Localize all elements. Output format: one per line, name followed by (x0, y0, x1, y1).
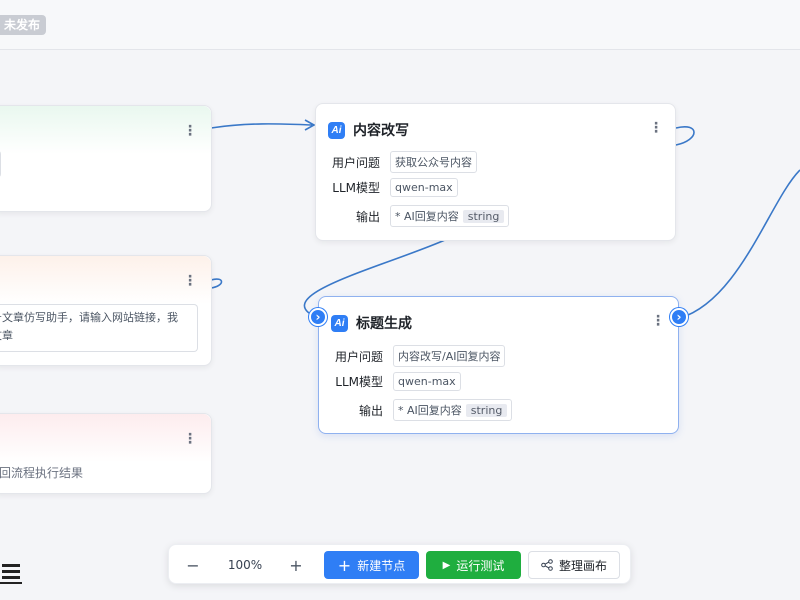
rewrite-row-model: LLM模型 qwen-max (326, 178, 458, 197)
status-badge: 未发布 (0, 15, 47, 35)
end-node[interactable]: ⋮ 回流程执行结果 (0, 413, 212, 494)
row-label: LLM模型 (332, 181, 380, 195)
title-gen-row-output: 输出 * AI回复内容 string (329, 399, 513, 421)
prompt-text-box[interactable]: 号文章仿写助手，请输入网站链接，我 文章 (0, 304, 198, 352)
tidy-layout-icon (541, 559, 553, 571)
edge-prompt-out (210, 278, 223, 289)
row-value-text: qwen-max (395, 181, 453, 194)
end-node-header (0, 414, 211, 462)
prompt-text-line2: 文章 (0, 329, 13, 342)
title-gen-row-model: LLM模型 qwen-max (329, 372, 461, 391)
row-value[interactable]: qwen-max (393, 372, 461, 391)
title-gen-row-question: 用户问题 内容改写/AI回复内容 (329, 345, 506, 367)
row-value[interactable]: qwen-max (390, 178, 458, 197)
row-value-text: * AI回复内容 (395, 210, 459, 223)
edge-start-to-rewrite (210, 123, 313, 129)
new-node-label: 新建节点 (357, 558, 406, 573)
type-badge: string (465, 403, 508, 417)
row-label: 用户问题 (331, 155, 380, 170)
more-icon[interactable]: ⋮ (651, 314, 665, 328)
row-value-text: qwen-max (398, 375, 456, 388)
row-value-text: 内容改写/AI回复内容 (398, 350, 501, 363)
new-node-button[interactable]: + 新建节点 (324, 551, 419, 579)
edge-rewrite-out (675, 126, 695, 146)
rewrite-node-title: Ai 内容改写 (328, 120, 409, 140)
more-icon[interactable]: ⋮ (183, 124, 197, 138)
rewrite-title-text: 内容改写 (353, 123, 409, 139)
row-value[interactable]: * AI回复内容 string (393, 399, 513, 421)
tidy-canvas-button[interactable]: 整理画布 (528, 551, 620, 579)
ai-icon: Ai (331, 314, 348, 332)
output-port-chevron-right-icon[interactable]: › (670, 308, 688, 326)
tidy-canvas-label: 整理画布 (558, 558, 607, 573)
more-icon[interactable]: ⋮ (183, 274, 197, 288)
run-test-button[interactable]: ▶ 运行测试 (426, 551, 521, 579)
row-label: 用户问题 (334, 349, 383, 364)
end-node-text: 回流程执行结果 (0, 466, 84, 480)
row-label: LLM模型 (335, 375, 383, 389)
type-badge: string (462, 209, 505, 223)
start-node-header (0, 106, 211, 154)
ai-icon: Ai (328, 121, 345, 139)
zoom-level: 100% (227, 558, 263, 572)
prompt-node[interactable]: ⋮ 号文章仿写助手，请输入网站链接，我 文章 (0, 255, 212, 366)
logo-fragment (0, 564, 22, 584)
title-gen-title-text: 标题生成 (356, 316, 412, 332)
play-icon: ▶ (442, 559, 451, 571)
row-value[interactable]: 内容改写/AI回复内容 (393, 345, 506, 367)
top-bar: 未发布 (0, 0, 800, 50)
prompt-node-header (0, 256, 211, 304)
row-value[interactable]: * AI回复内容 string (390, 205, 510, 227)
rewrite-node[interactable]: Ai 内容改写 ⋮ 用户问题 获取公众号内容 LLM模型 qwen-max 输出… (315, 103, 676, 241)
prompt-text-line1: 号文章仿写助手，请输入网站链接，我 (0, 311, 178, 324)
row-value-text: * AI回复内容 (398, 404, 462, 417)
start-node-field (0, 150, 1, 178)
canvas-toolbar: − 100% + + 新建节点 ▶ 运行测试 整理画布 (168, 544, 631, 584)
edge-arrow-head (304, 119, 316, 131)
start-node[interactable]: ⋮ (0, 105, 212, 212)
row-label: 输出 (358, 403, 383, 418)
edge-titlegen-out (679, 169, 800, 319)
row-label: 输出 (355, 209, 380, 224)
run-test-label: 运行测试 (456, 558, 505, 573)
zoom-out-button[interactable]: − (181, 551, 205, 579)
rewrite-row-output: 输出 * AI回复内容 string (326, 205, 510, 227)
more-icon[interactable]: ⋮ (649, 121, 663, 135)
rewrite-row-question: 用户问题 获取公众号内容 (326, 151, 477, 173)
more-icon[interactable]: ⋮ (183, 432, 197, 446)
zoom-in-button[interactable]: + (284, 551, 308, 579)
title-gen-node[interactable]: Ai 标题生成 ⋮ 用户问题 内容改写/AI回复内容 LLM模型 qwen-ma… (318, 296, 679, 434)
input-port-chevron-right-icon[interactable]: › (309, 308, 327, 326)
row-value[interactable]: 获取公众号内容 (390, 151, 477, 173)
plus-icon: + (337, 555, 352, 575)
title-gen-node-title: Ai 标题生成 (331, 313, 412, 333)
row-value-text: 获取公众号内容 (395, 156, 472, 169)
